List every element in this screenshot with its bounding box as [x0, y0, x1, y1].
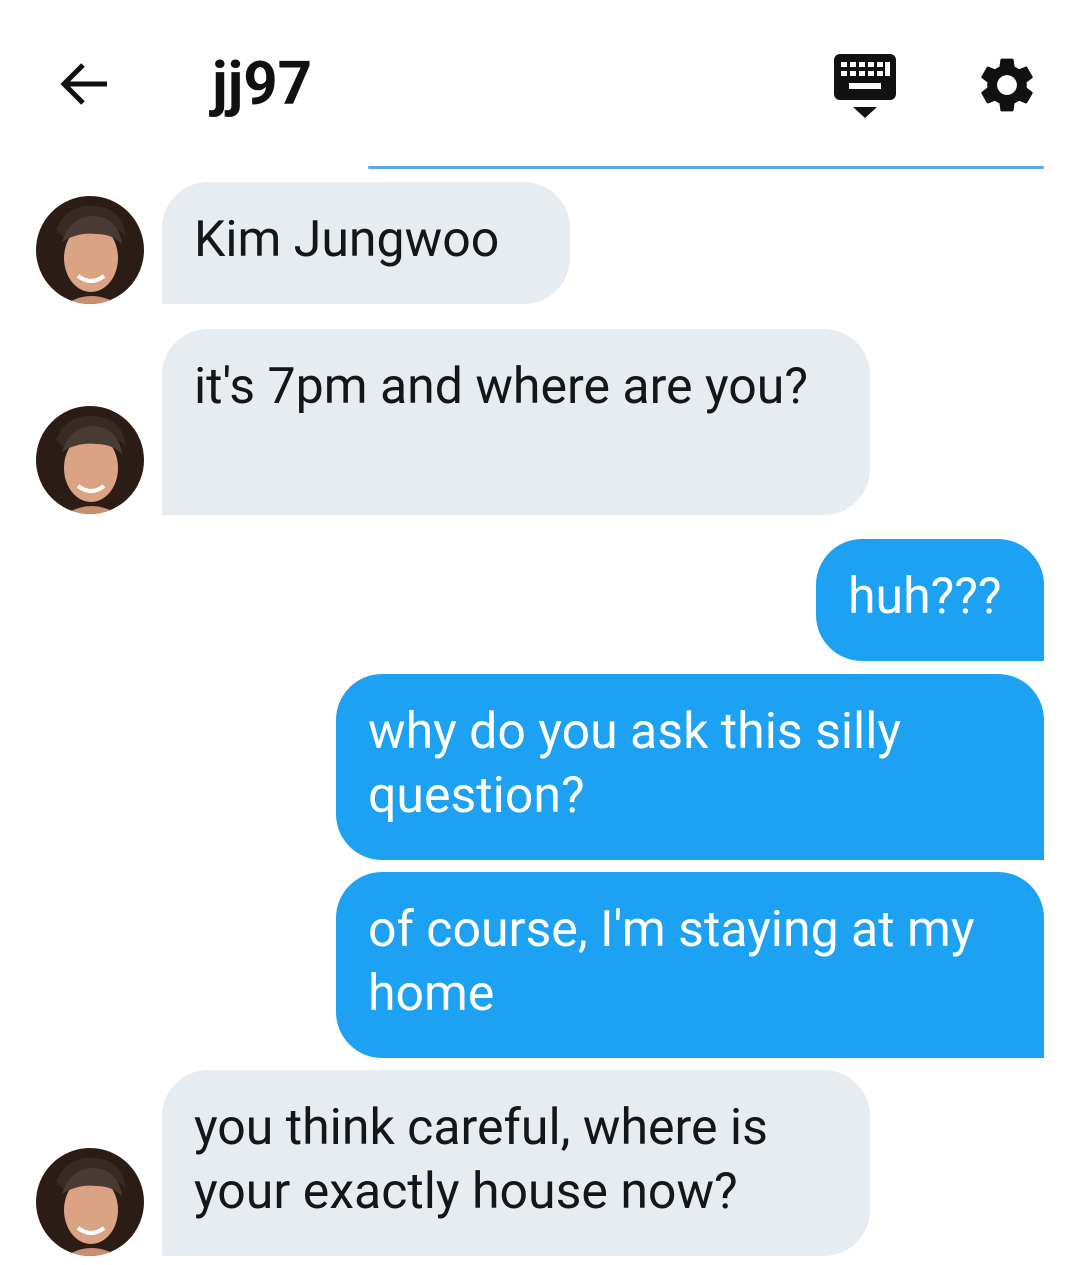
avatar[interactable] — [36, 196, 144, 304]
header-divider — [368, 166, 1044, 169]
message-text: it's 7pm and where are you? — [194, 358, 808, 416]
message-bubble-incoming[interactable]: it's 7pm and where are you? — [162, 329, 870, 515]
message-text: of course, I'm staying at my home — [368, 901, 975, 1023]
message-text: Kim Jungwoo — [194, 211, 500, 269]
conversation-header: jj97 — [0, 0, 1078, 169]
keyboard-icon — [834, 54, 896, 118]
avatar-image — [36, 406, 144, 514]
message-bubble-outgoing[interactable]: of course, I'm staying at my home — [336, 872, 1044, 1058]
avatar[interactable] — [36, 406, 144, 514]
keyboard-button[interactable] — [832, 52, 898, 120]
message-text: you think careful, where is your exactly… — [194, 1099, 768, 1221]
avatar-image — [36, 1148, 144, 1256]
gear-icon — [981, 58, 1033, 112]
message-bubble-incoming[interactable]: Kim Jungwoo — [162, 182, 570, 304]
message-text: why do you ask this silly question? — [368, 703, 902, 825]
avatar-image — [36, 196, 144, 304]
message-bubble-outgoing[interactable]: huh??? — [816, 539, 1044, 661]
settings-button[interactable] — [974, 52, 1040, 118]
message-bubble-incoming[interactable]: you think careful, where is your exactly… — [162, 1070, 870, 1256]
back-button[interactable] — [52, 52, 116, 116]
message-bubble-outgoing[interactable]: why do you ask this silly question? — [336, 674, 1044, 860]
conversation-title: jj97 — [212, 48, 313, 119]
arrow-left-icon — [60, 63, 107, 105]
avatar[interactable] — [36, 1148, 144, 1256]
message-text: huh??? — [848, 568, 1002, 626]
